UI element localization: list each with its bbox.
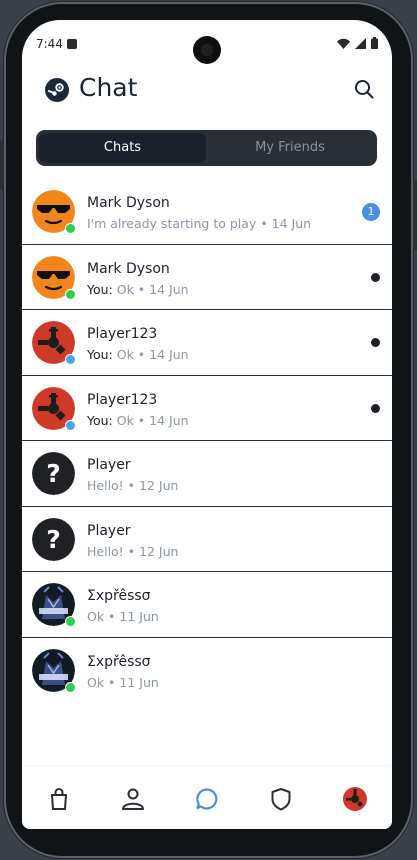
chat-name: Player123 (87, 326, 158, 342)
avatar: ? (32, 517, 75, 561)
separator: • (133, 412, 150, 428)
chat-message: Hello! (87, 543, 124, 559)
unread-dot (371, 272, 380, 282)
app-header: Chat (22, 72, 392, 112)
presence-indicator (65, 223, 76, 234)
side-button (0, 140, 4, 190)
chat-name: Σxpřêssσ (87, 588, 151, 604)
chat-preview: You: Ok • 14 Jun (87, 282, 189, 297)
search-icon[interactable] (353, 78, 375, 100)
signal-icon (355, 37, 366, 52)
chat-date: 14 Jun (149, 347, 189, 362)
chat-bubble-icon[interactable] (194, 786, 220, 812)
chat-message: Ok (87, 674, 105, 690)
separator: • (133, 281, 150, 297)
chat-row[interactable]: Mark Dyson You: Ok • 14 Jun (22, 245, 392, 310)
unread-dot (371, 338, 380, 347)
presence-indicator (65, 681, 76, 693)
chat-preview: Hello! • 12 Jun (87, 544, 178, 559)
separator: • (104, 674, 120, 690)
chat-name: Σxpřêssσ (87, 653, 151, 670)
chat-name: Player123 (87, 391, 158, 408)
chat-preview: I'm already starting to play • 14 Jun (87, 216, 311, 231)
chat-message: Ok (116, 281, 134, 297)
chat-date: 11 Jun (119, 674, 159, 690)
chat-date: 11 Jun (119, 609, 159, 624)
battery-icon (371, 37, 378, 52)
screen: 7:44 Chat Chats My Friends Mark Dyson I'… (22, 20, 392, 829)
front-camera (193, 36, 221, 64)
notification-icon (67, 39, 77, 49)
sender-prefix: You: (87, 412, 117, 428)
status-icons (337, 37, 378, 52)
chat-message: Ok (116, 412, 134, 428)
chat-date: 12 Jun (139, 478, 179, 493)
chat-preview: You: Ok • 14 Jun (87, 413, 189, 428)
chat-row[interactable]: ? Player Hello! • 12 Jun (22, 441, 392, 507)
unread-count-badge: 1 (362, 203, 380, 221)
chat-date: 14 Jun (149, 412, 189, 428)
chat-row[interactable]: ? Player Hello! • 12 Jun (22, 507, 392, 572)
chat-name: Player (87, 457, 131, 473)
shield-icon[interactable] (268, 786, 294, 812)
unread-dot (371, 403, 380, 413)
page-title: Chat (79, 73, 138, 102)
chat-date: 14 Jun (271, 216, 312, 231)
chat-message: Ok (87, 609, 105, 624)
separator: • (104, 609, 120, 624)
chat-name: Mark Dyson (87, 260, 170, 277)
shopping-bag-icon[interactable] (46, 786, 72, 812)
presence-indicator (65, 288, 76, 300)
wifi-icon (337, 38, 350, 52)
chat-row[interactable]: Mark Dyson I'm already starting to play •… (22, 179, 392, 245)
person-icon[interactable] (120, 786, 146, 812)
presence-indicator (65, 354, 76, 365)
chat-preview: You: Ok • 14 Jun (87, 347, 189, 362)
chat-list: Mark Dyson I'm already starting to play •… (22, 179, 392, 702)
chat-tabs: Chats My Friends (36, 130, 377, 166)
tab-my-friends[interactable]: My Friends (206, 133, 374, 163)
chat-name: Player (87, 522, 131, 539)
separator: • (123, 478, 140, 493)
presence-indicator (65, 419, 76, 431)
chat-preview: Hello! • 12 Jun (87, 478, 178, 493)
profile-avatar-icon[interactable] (342, 786, 368, 812)
chat-preview: Ok • 11 Jun (87, 609, 159, 624)
side-button (413, 180, 417, 250)
tab-chats[interactable]: Chats (39, 133, 206, 163)
presence-indicator (65, 616, 76, 627)
chat-preview: Ok • 11 Jun (87, 675, 159, 690)
chat-row[interactable]: Σxpřêssσ Ok • 11 Jun (22, 572, 392, 638)
chat-message: Ok (116, 347, 134, 362)
separator: • (133, 347, 150, 362)
separator: • (256, 216, 272, 231)
bottom-nav (22, 765, 392, 829)
svg-text:?: ? (46, 459, 61, 488)
svg-text:?: ? (46, 525, 61, 554)
chat-row[interactable]: Σxpřêssσ Ok • 11 Jun (22, 638, 392, 703)
sender-prefix: You: (87, 347, 117, 362)
status-time: 7:44 (36, 37, 63, 51)
status-bar: 7:44 (22, 20, 392, 70)
chat-message: I'm already starting to play (87, 216, 257, 231)
chat-row[interactable]: Player123 You: Ok • 14 Jun (22, 376, 392, 441)
separator: • (123, 543, 140, 559)
chat-date: 12 Jun (139, 543, 179, 559)
sender-prefix: You: (87, 281, 117, 297)
chat-message: Hello! (87, 478, 124, 493)
chat-date: 14 Jun (149, 281, 189, 297)
steam-logo-icon (45, 78, 69, 102)
chat-row[interactable]: Player123 You: Ok • 14 Jun (22, 310, 392, 376)
avatar: ? (32, 452, 75, 495)
chat-name: Mark Dyson (87, 195, 170, 211)
